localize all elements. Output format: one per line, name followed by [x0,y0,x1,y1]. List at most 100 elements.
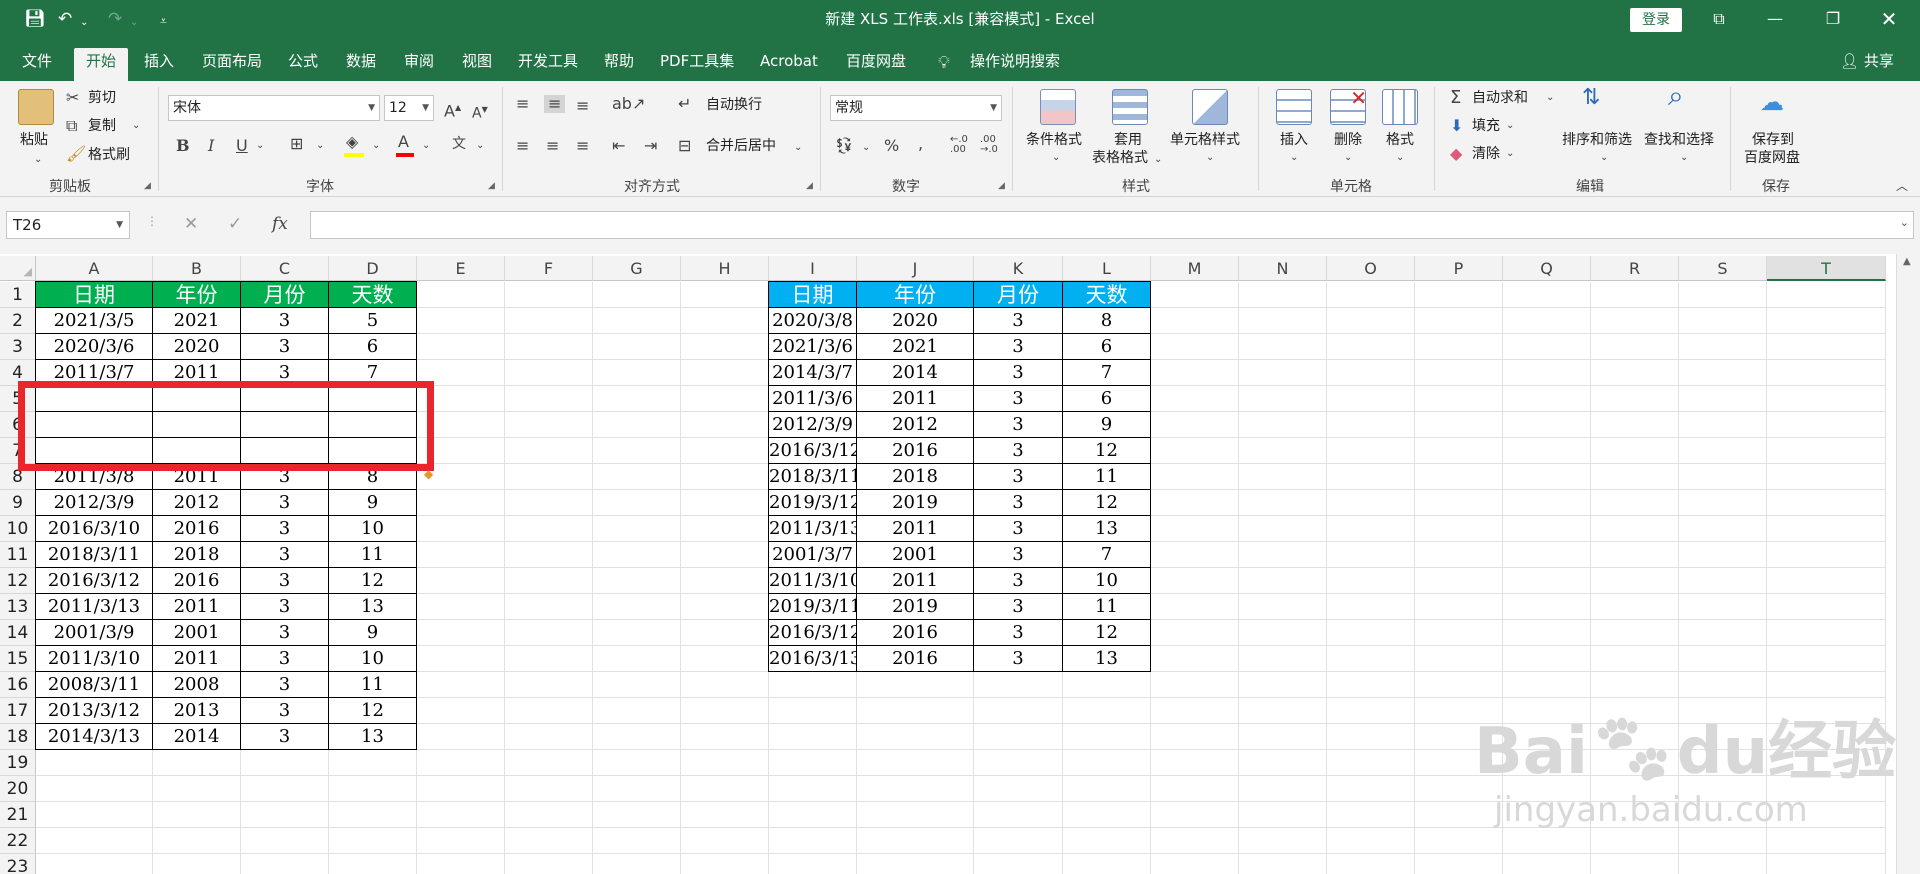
sort-dropdown-icon[interactable]: ⌄ [1600,149,1608,167]
tab-view[interactable]: 视图 [456,48,498,81]
row-header-14[interactable]: 14 [0,620,36,646]
right_table-data-cell[interactable]: 3 [974,568,1063,594]
merge-dropdown-icon[interactable]: ⌄ [794,139,802,157]
column-header-p[interactable]: P [1415,256,1503,281]
bold-icon[interactable]: B [176,137,190,155]
insert-cells-button[interactable]: 插入 [1280,131,1308,149]
left_table-header-cell[interactable]: 日期 [36,282,153,308]
sort-filter-icon[interactable]: ⇅ [1582,87,1600,109]
right_table-data-cell[interactable]: 3 [974,516,1063,542]
copy-icon[interactable]: ⧉ [66,117,77,135]
currency-icon[interactable]: 💱︎ [834,137,854,155]
decrease-font-icon[interactable]: A▼ [472,101,488,123]
scroll-up-icon[interactable]: ▲ [1903,256,1911,267]
column-header-j[interactable]: J [857,256,974,281]
baidu-cloud-icon[interactable]: ☁ [1760,90,1784,114]
left_table-data-cell[interactable]: 3 [241,724,329,750]
font-name-combo[interactable]: 宋体 ▼ [168,95,380,121]
right_table-data-cell[interactable]: 12 [1063,490,1151,516]
right_table-data-cell[interactable]: 2016/3/12 [769,438,861,464]
eraser-icon[interactable]: ◆ [1450,145,1462,163]
right_table-data-cell[interactable]: 2011 [857,516,974,542]
left_table-data-cell[interactable]: 10 [329,516,417,542]
right_table-data-cell[interactable]: 2011 [857,386,974,412]
format-dropdown-icon[interactable]: ⌄ [1396,149,1404,167]
orientation-icon[interactable]: ab↗ [612,95,645,113]
tab-acrobat[interactable]: Acrobat [754,48,824,81]
column-header-f[interactable]: F [505,256,593,281]
insert-function-icon[interactable]: fx [272,214,288,234]
tab-home[interactable]: 开始 [74,48,128,81]
number-format-combo[interactable]: 常规 ▼ [830,95,1002,121]
left_table-data-cell[interactable]: 3 [241,594,329,620]
right_table-header-cell[interactable]: 月份 [974,282,1063,308]
decrease-indent-icon[interactable]: ⇤ [612,137,625,155]
row-header-12[interactable]: 12 [0,568,36,594]
left_table-data-cell[interactable]: 2012/3/9 [36,490,153,516]
left_table-data-cell[interactable]: 2016 [153,516,241,542]
left_table-data-cell[interactable]: 2008/3/11 [36,672,153,698]
left_table-data-cell[interactable]: 3 [241,490,329,516]
right_table-data-cell[interactable]: 13 [1063,646,1151,672]
right_table-data-cell[interactable]: 2019/3/12 [769,490,861,516]
column-header-q[interactable]: Q [1503,256,1591,281]
tell-me-search[interactable]: 操作说明搜索 [964,48,1066,81]
right_table-data-cell[interactable]: 3 [974,620,1063,646]
cell-styles-button[interactable]: 单元格样式 [1170,131,1240,149]
tab-pdf-tools[interactable]: PDF工具集 [654,48,740,81]
align-middle-icon[interactable]: ≡ [544,95,566,113]
clear-button[interactable]: 清除 [1472,145,1500,163]
font-color-icon[interactable]: A [398,133,409,151]
conditional-formatting-icon[interactable] [1040,89,1076,125]
clear-dropdown-icon[interactable]: ⌄ [1506,145,1514,163]
left_table-data-cell[interactable]: 3 [241,542,329,568]
row-header-13[interactable]: 13 [0,594,36,620]
left_table-data-cell[interactable]: 11 [329,672,417,698]
right_table-data-cell[interactable]: 2019 [857,594,974,620]
right_table-data-cell[interactable]: 2016 [857,646,974,672]
phonetic-dropdown-icon[interactable]: ⌄ [476,137,484,155]
tab-review[interactable]: 审阅 [398,48,440,81]
autosum-dropdown-icon[interactable]: ⌄ [1546,89,1554,107]
find-select-icon[interactable]: ⌕ [1668,82,1684,110]
underline-dropdown-icon[interactable]: ⌄ [256,137,264,155]
select-all-corner[interactable]: ◢ [0,256,36,281]
fill-button[interactable]: 填充 [1472,117,1500,135]
vertical-scrollbar[interactable]: ▲ [1896,254,1920,874]
merge-center-icon[interactable]: ⊟ [678,137,691,155]
right_table-data-cell[interactable]: 3 [974,646,1063,672]
left_table-header-cell[interactable]: 天数 [329,282,417,308]
left_table-data-cell[interactable]: 2011/3/10 [36,646,153,672]
left_table-data-cell[interactable]: 2021/3/5 [36,308,153,334]
format-painter-button[interactable]: 格式刷 [88,146,130,164]
right_table-data-cell[interactable]: 2011/3/13 [769,516,861,542]
left_table-data-cell[interactable]: 2011 [153,594,241,620]
left_table-data-cell[interactable]: 2020 [153,334,241,360]
left_table-data-cell[interactable]: 2013 [153,698,241,724]
tab-baidu-netdisk[interactable]: 百度网盘 [840,48,912,81]
right_table-data-cell[interactable]: 3 [974,334,1063,360]
right_table-data-cell[interactable]: 11 [1063,464,1151,490]
right_table-data-cell[interactable]: 2020 [857,308,974,334]
row-header-10[interactable]: 10 [0,516,36,542]
column-header-b[interactable]: B [153,256,241,281]
row-header-9[interactable]: 9 [0,490,36,516]
left_table-data-cell[interactable]: 13 [329,594,417,620]
left_table-data-cell[interactable]: 3 [241,620,329,646]
enter-icon[interactable]: ✓ [228,214,242,234]
right_table-data-cell[interactable]: 6 [1063,386,1151,412]
column-header-l[interactable]: L [1063,256,1151,281]
paste-options-icon[interactable]: ◆ [424,467,433,481]
cancel-icon[interactable]: ✕ [184,214,198,234]
right_table-data-cell[interactable]: 2014/3/7 [769,360,857,386]
column-header-k[interactable]: K [974,256,1063,281]
right_table-data-cell[interactable]: 8 [1063,308,1151,334]
left_table-data-cell[interactable]: 6 [329,334,417,360]
left_table-data-cell[interactable]: 5 [329,308,417,334]
paste-dropdown-icon[interactable]: ⌄ [34,151,42,169]
conditional-formatting-button[interactable]: 条件格式 [1026,131,1082,149]
column-header-d[interactable]: D [329,256,417,281]
italic-icon[interactable]: I [208,137,214,155]
right_table-data-cell[interactable]: 3 [974,412,1063,438]
tab-help[interactable]: 帮助 [598,48,640,81]
